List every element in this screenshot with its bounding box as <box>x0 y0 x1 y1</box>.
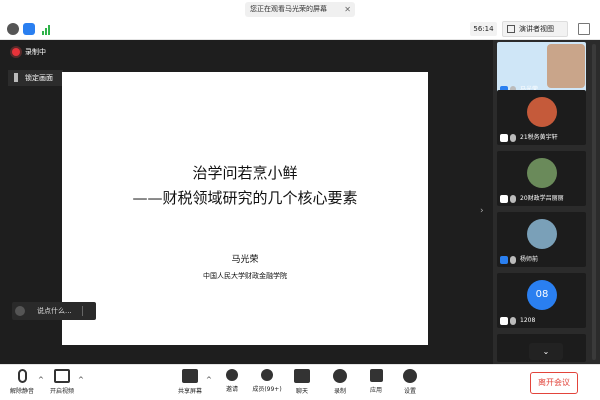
scroll-down-button[interactable]: ⌄ <box>529 343 563 360</box>
participant-label: 杨师前 <box>500 255 538 265</box>
avatar <box>547 44 585 88</box>
recording-label: 录制中 <box>25 48 46 56</box>
emoji-icon[interactable] <box>15 306 25 316</box>
lock-screen-button[interactable]: 锁定画面 <box>8 70 63 86</box>
participant-tile[interactable]: 21税务黄宇轩 <box>497 90 586 145</box>
signal-icon[interactable] <box>41 23 53 35</box>
unmute-label: 解除静音 <box>9 388 34 395</box>
share-screen-button[interactable]: 共享屏幕 <box>174 369 206 395</box>
apps-icon <box>369 369 383 382</box>
slide-title-line2: ——财税领域研究的几个核心要素 <box>132 189 358 207</box>
start-video-label: 开启视频 <box>49 388 74 395</box>
chevron-up-icon[interactable]: ^ <box>206 376 212 384</box>
chevron-up-icon[interactable]: ^ <box>78 376 84 384</box>
mic-off-icon <box>510 134 516 142</box>
participant-label: 20财政学吕丽丽 <box>500 194 564 204</box>
chat-button[interactable]: 聊天 <box>290 369 314 395</box>
leave-meeting-button[interactable]: 离开会议 <box>530 372 578 394</box>
mic-off-icon <box>510 256 516 264</box>
share-screen-label: 共享屏幕 <box>177 388 202 395</box>
user-icon <box>500 134 508 142</box>
recording-indicator: 录制中 <box>10 46 46 58</box>
record-label: 录制 <box>333 388 346 395</box>
presentation-slide: 治学问若烹小鲜 ——财税领域研究的几个核心要素 马光荣 中国人民大学财政金融学院 <box>62 72 428 345</box>
chat-input[interactable]: 说点什么... <box>12 302 96 320</box>
slide-author: 马光荣 <box>231 255 259 265</box>
record-icon <box>333 369 347 383</box>
share-screen-icon <box>182 369 198 383</box>
unmute-button[interactable]: 解除静音 <box>6 369 38 395</box>
divider <box>82 306 83 316</box>
invite-label: 邀请 <box>225 386 238 393</box>
next-arrow-icon[interactable]: › <box>480 206 484 216</box>
record-dot-icon <box>12 48 20 56</box>
shield-icon[interactable] <box>23 23 35 35</box>
participant-tile[interactable]: 马光荣 <box>497 42 586 97</box>
meeting-toolbar: 56:14 演讲者视图 <box>0 19 600 40</box>
slide-affiliation: 中国人民大学财政金融学院 <box>203 272 287 280</box>
participant-tile[interactable]: 20财政学吕丽丽 <box>497 151 586 206</box>
apps-button[interactable]: 应用 <box>364 369 388 394</box>
gear-icon <box>403 369 417 383</box>
fullscreen-icon[interactable] <box>578 23 590 35</box>
shared-screen: 录制中 锁定画面 治学问若烹小鲜 ——财税领域研究的几个核心要素 马光荣 中国人… <box>0 40 493 364</box>
sharing-banner-text: 您正在观看马光荣的屏幕 <box>250 5 327 13</box>
settings-button[interactable]: 设置 <box>398 369 422 395</box>
presenter-view-label: 演讲者视图 <box>519 25 554 33</box>
avatar <box>527 158 557 188</box>
sidebar-scrollbar[interactable] <box>592 44 596 360</box>
close-icon[interactable]: ✕ <box>344 2 351 17</box>
lock-screen-label: 锁定画面 <box>25 74 53 82</box>
record-button[interactable]: 录制 <box>328 369 352 395</box>
participant-sidebar: 马光荣 21税务黄宇轩 20财政学吕丽丽 杨师前 08 1208 <box>493 40 600 364</box>
chevron-up-icon[interactable]: ^ <box>38 376 44 384</box>
add-user-icon <box>226 369 238 381</box>
user-icon <box>500 195 508 203</box>
control-bar: 解除静音 ^ 开启视频 ^ 共享屏幕 ^ 邀请 成员(99+) 聊天 录制 应用… <box>0 364 600 400</box>
participant-tile[interactable]: 08 1208 <box>497 273 586 328</box>
user-icon <box>500 317 508 325</box>
start-video-button[interactable]: 开启视频 <box>46 369 78 395</box>
user-icon <box>500 256 508 264</box>
presenter-view-button[interactable]: 演讲者视图 <box>502 21 568 37</box>
members-label: 成员(99+) <box>252 386 282 393</box>
avatar: 08 <box>527 280 557 310</box>
mic-off-icon <box>510 195 516 203</box>
settings-label: 设置 <box>403 388 416 395</box>
avatar <box>527 219 557 249</box>
info-icon[interactable] <box>7 23 19 35</box>
invite-button[interactable]: 邀请 <box>220 369 244 393</box>
layout-icon <box>507 25 515 33</box>
mic-off-icon <box>17 369 27 383</box>
video-off-icon <box>54 369 70 383</box>
slide-title-line1: 治学问若烹小鲜 <box>192 164 298 182</box>
participant-label: 1208 <box>500 316 535 326</box>
mic-off-icon <box>510 317 516 325</box>
pin-icon <box>14 73 18 82</box>
chat-placeholder: 说点什么... <box>37 307 72 315</box>
participant-tile[interactable]: 杨师前 <box>497 212 586 267</box>
participant-label: 21税务黄宇轩 <box>500 133 558 143</box>
chat-label: 聊天 <box>295 388 308 395</box>
avatar <box>527 97 557 127</box>
chat-icon <box>294 369 310 383</box>
sharing-banner: 您正在观看马光荣的屏幕 ✕ <box>245 2 355 17</box>
apps-label: 应用 <box>369 387 382 394</box>
members-button[interactable]: 成员(99+) <box>250 369 284 393</box>
members-icon <box>261 369 273 381</box>
top-bar: 您正在观看马光荣的屏幕 ✕ <box>0 0 600 19</box>
meeting-timer: 56:14 <box>470 22 497 36</box>
